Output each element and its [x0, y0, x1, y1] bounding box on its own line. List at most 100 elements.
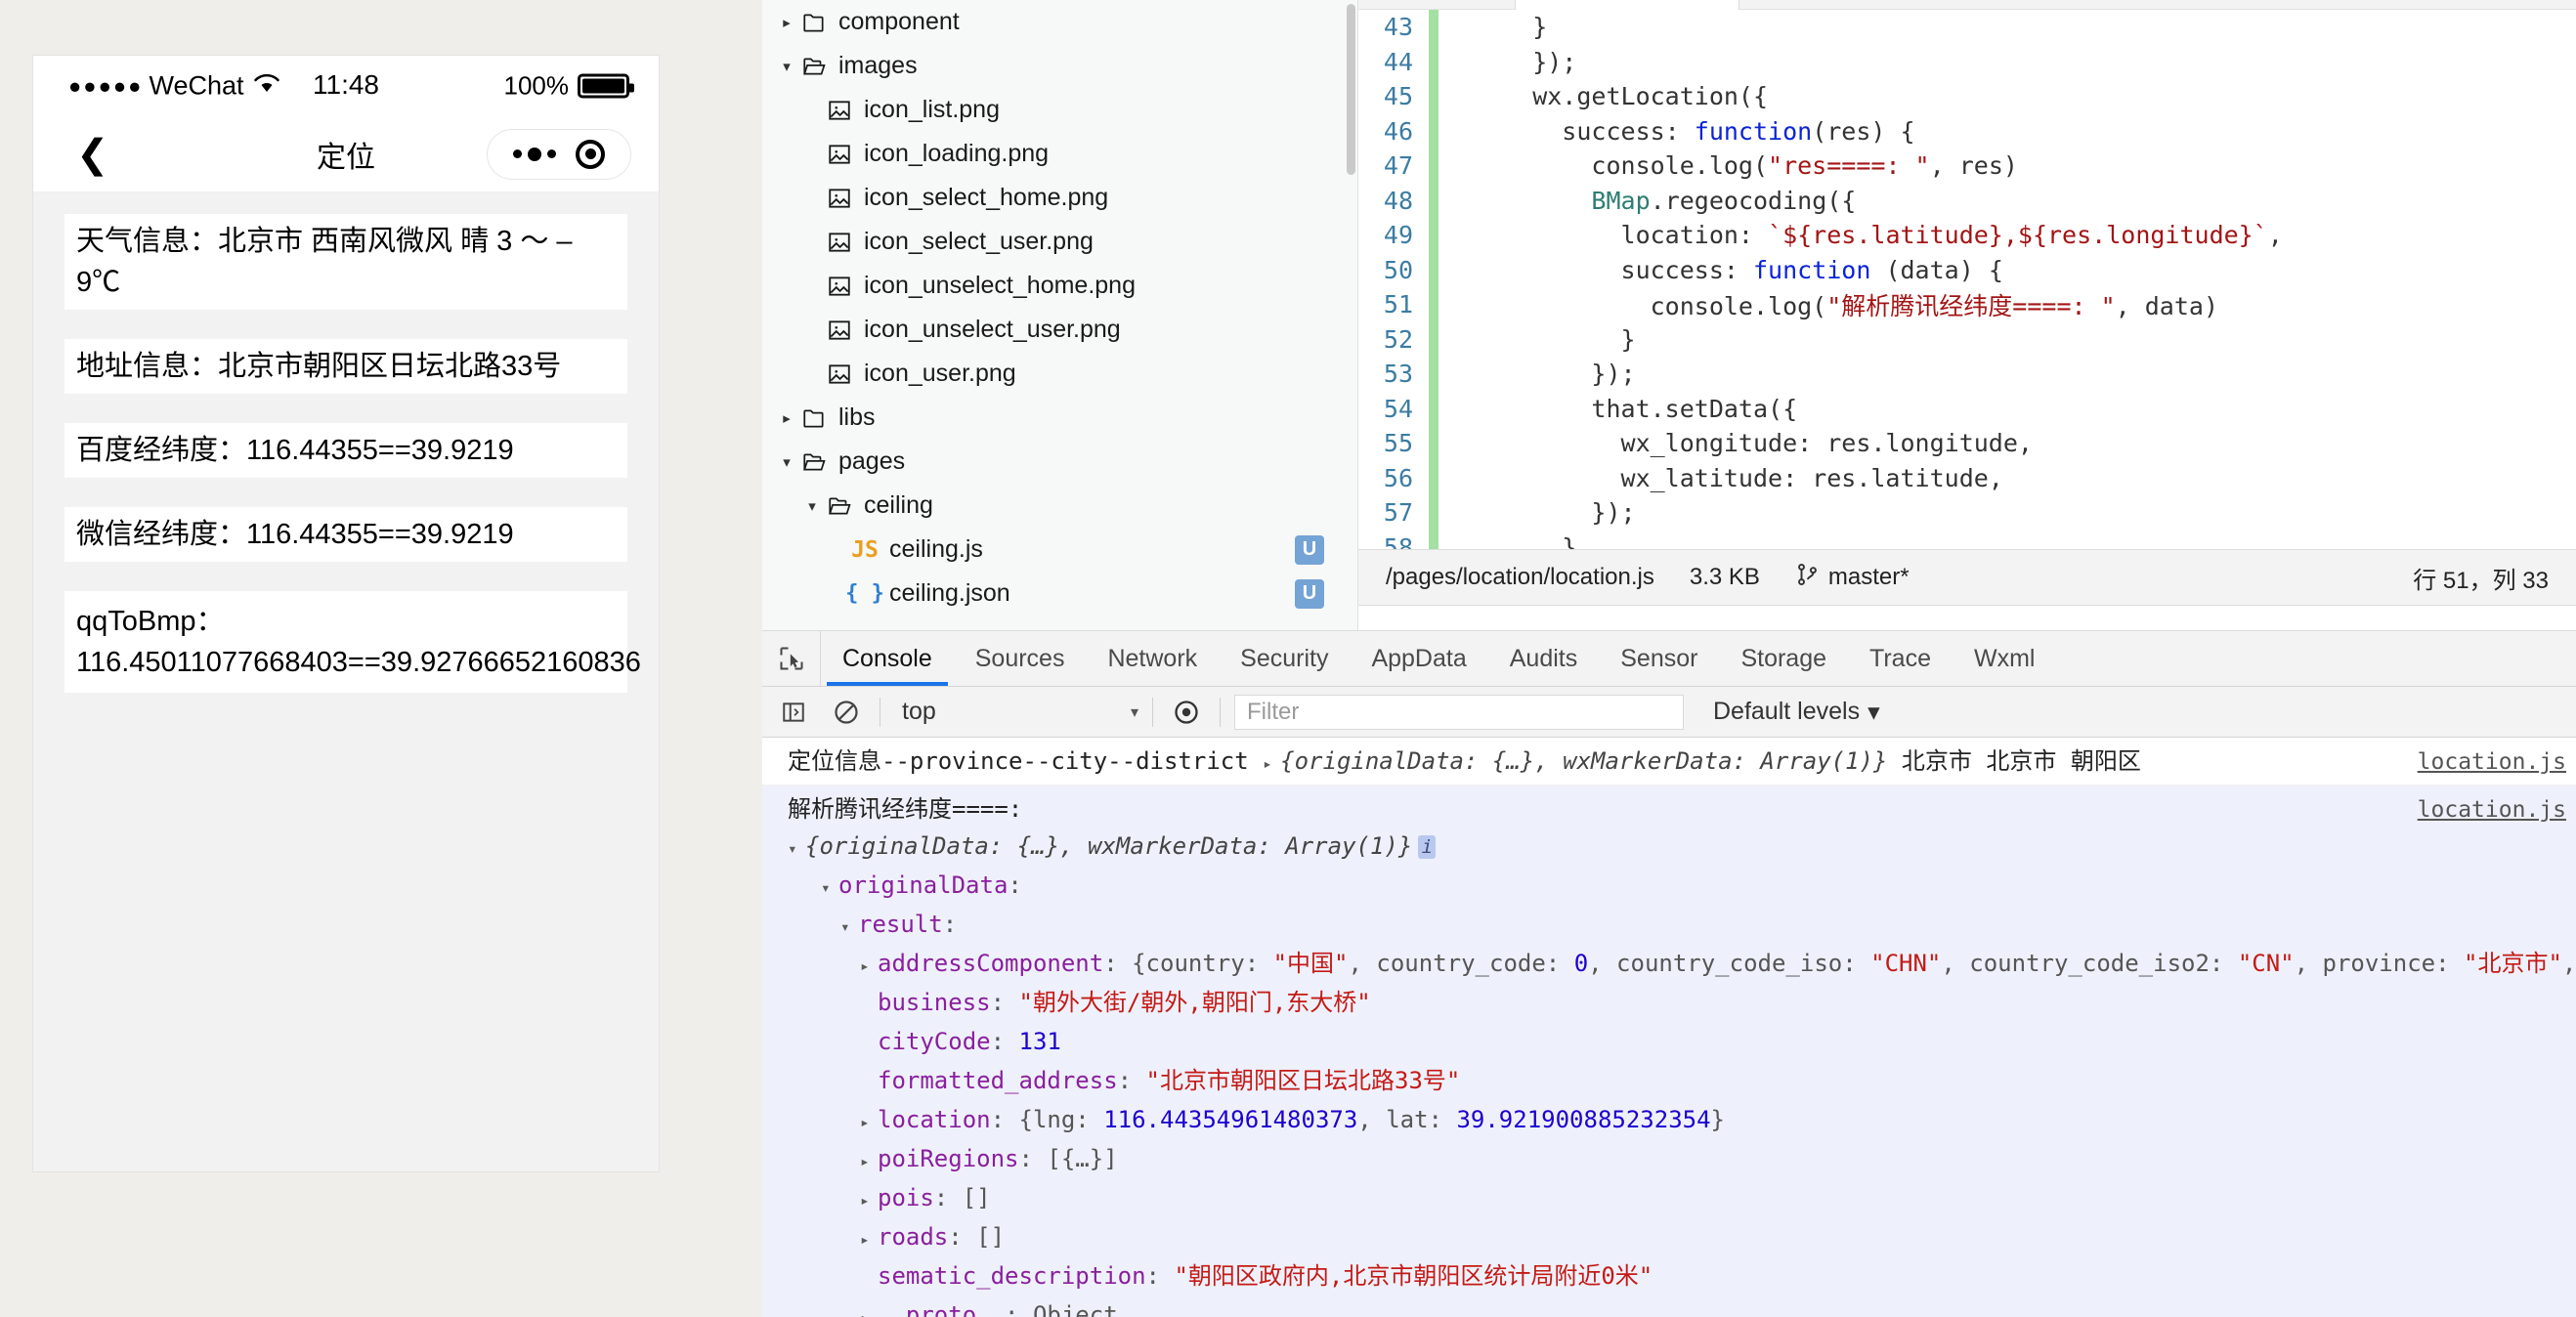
- console-object-value[interactable]: "朝外大街/朝外,朝阳门,东大桥": [1019, 989, 1371, 1016]
- devtools-tab-security[interactable]: Security: [1219, 631, 1350, 686]
- tree-item-icon-select-home-png[interactable]: icon_select_home.png: [762, 176, 1357, 220]
- code-line[interactable]: 52 }: [1358, 321, 2576, 357]
- code-line[interactable]: 58 },: [1358, 530, 2576, 549]
- console-object-row[interactable]: ▾ result:: [788, 905, 2576, 944]
- chevron-right-icon[interactable]: ▸: [860, 1228, 878, 1252]
- tree-item-icon-unselect-home-png[interactable]: icon_unselect_home.png: [762, 264, 1357, 308]
- console-object-value[interactable]: {country: "中国", country_code: 0, country…: [1132, 950, 2576, 977]
- chevron-down-icon[interactable]: ▾: [776, 58, 797, 75]
- console-msg1-source-link[interactable]: location.js: [2418, 745, 2566, 780]
- code-line[interactable]: 46 success: function(res) {: [1358, 113, 2576, 149]
- devtools-tab-audits[interactable]: Audits: [1488, 631, 1599, 686]
- console-object-row[interactable]: ▸ pois: []: [788, 1178, 2576, 1217]
- console-object-value[interactable]: []: [976, 1223, 1005, 1251]
- code-line[interactable]: 53 });: [1358, 357, 2576, 392]
- chevron-right-icon[interactable]: ▸: [860, 955, 878, 978]
- file-tree-scrollbar[interactable]: [1347, 4, 1355, 175]
- devtools-tab-sources[interactable]: Sources: [954, 631, 1087, 686]
- chevron-right-icon[interactable]: ▸: [776, 409, 797, 427]
- chevron-down-icon[interactable]: ▾: [821, 876, 838, 900]
- inspect-element-icon[interactable]: [762, 631, 821, 686]
- devtools-tab-bar[interactable]: Console Sources Network Security AppData Audi…: [762, 631, 2576, 687]
- console-object-value[interactable]: [{…}]: [1047, 1145, 1117, 1172]
- editor-tab-bar[interactable]: [1358, 0, 2576, 10]
- console-msg2-root[interactable]: ▾ {originalData: {…}, wxMarkerData: Array…: [788, 827, 2576, 866]
- console-msg1-object[interactable]: {originalData: {…}, wxMarkerData: Array(…: [1280, 747, 1887, 775]
- console-object-row[interactable]: business: "朝外大街/朝外,朝阳门,东大桥": [788, 983, 2576, 1022]
- console-object-value[interactable]: []: [963, 1184, 991, 1211]
- console-msg1-expand-triangle[interactable]: ▸: [1263, 752, 1280, 776]
- tree-item-ceiling-js[interactable]: JS ceiling.js U: [762, 528, 1357, 572]
- devtools-tab-trace[interactable]: Trace: [1848, 631, 1953, 686]
- chevron-right-icon[interactable]: ▸: [860, 1189, 878, 1212]
- tree-item-libs[interactable]: ▸ libs: [762, 396, 1357, 440]
- console-msg2-root-triangle[interactable]: ▾: [788, 837, 805, 861]
- tree-item-icon-loading-png[interactable]: icon_loading.png: [762, 132, 1357, 176]
- console-object-row[interactable]: ▸ location: {lng: 116.44354961480373, lat…: [788, 1100, 2576, 1139]
- console-object-row[interactable]: ▾ originalData:: [788, 866, 2576, 905]
- console-object-value[interactable]: 131: [1019, 1028, 1061, 1055]
- console-toolbar[interactable]: top ▾ Filter Default levels ▾: [762, 687, 2576, 738]
- editor-git-branch[interactable]: master*: [1828, 564, 1910, 591]
- devtools-tab-network[interactable]: Network: [1086, 631, 1219, 686]
- code-line[interactable]: 48 BMap.regeocoding({: [1358, 183, 2576, 218]
- devtools-tab-console[interactable]: Console: [821, 631, 954, 686]
- tree-item-images[interactable]: ▾ images: [762, 44, 1357, 88]
- console-object-row[interactable]: formatted_address: "北京市朝阳区日坛北路33号": [788, 1061, 2576, 1100]
- code-line[interactable]: 43 }: [1358, 10, 2576, 45]
- console-object-row[interactable]: ▸ roads: []: [788, 1217, 2576, 1256]
- chevron-right-icon[interactable]: ▸: [860, 1150, 878, 1173]
- devtools-tab-sensor[interactable]: Sensor: [1599, 631, 1719, 686]
- console-sidebar-icon[interactable]: [774, 693, 813, 732]
- tree-item-component[interactable]: ▸ component: [762, 0, 1357, 44]
- code-line[interactable]: 54 that.setData({: [1358, 391, 2576, 426]
- tree-item-icon-select-user-png[interactable]: icon_select_user.png: [762, 220, 1357, 264]
- console-object-row[interactable]: cityCode: 131: [788, 1022, 2576, 1061]
- devtools-tab-appdata[interactable]: AppData: [1350, 631, 1487, 686]
- chevron-right-icon[interactable]: ▸: [860, 1111, 878, 1134]
- code-line[interactable]: 49 location: `${res.latitude},${res.long…: [1358, 218, 2576, 253]
- target-circle-icon[interactable]: [576, 139, 605, 169]
- file-explorer[interactable]: ▸ component ▾ images icon_list.png icon_loadi…: [762, 0, 1358, 630]
- console-message-1[interactable]: 定位信息--province--city--district ▸ {origina…: [762, 738, 2576, 786]
- code-line[interactable]: 45 wx.getLocation({: [1358, 79, 2576, 114]
- chevron-down-icon[interactable]: ▾: [840, 915, 858, 939]
- console-object-row[interactable]: ▸ addressComponent: {country: "中国", count…: [788, 944, 2576, 983]
- chevron-down-icon[interactable]: ▾: [801, 497, 823, 515]
- console-object-value[interactable]: {lng: 116.44354961480373, lat: 39.921900…: [1019, 1106, 1726, 1133]
- tree-item-ceiling[interactable]: ▾ ceiling: [762, 484, 1357, 528]
- tree-item-pages[interactable]: ▾ pages: [762, 440, 1357, 484]
- code-line[interactable]: 51 console.log("解析腾讯经纬度====: ", data): [1358, 287, 2576, 322]
- console-object-value[interactable]: Object: [1033, 1301, 1118, 1317]
- tree-item-icon-list-png[interactable]: icon_list.png: [762, 88, 1357, 132]
- more-dots-icon[interactable]: [513, 147, 556, 161]
- code-editor[interactable]: 43 } 44 }); 45 wx.getLocation({46 success:…: [1358, 0, 2576, 549]
- console-object-row[interactable]: ▸ poiRegions: [{…}]: [788, 1139, 2576, 1178]
- wechat-capsule[interactable]: [487, 128, 631, 180]
- code-line[interactable]: 56 wx_latitude: res.latitude,: [1358, 460, 2576, 495]
- clear-console-icon[interactable]: [827, 693, 866, 732]
- console-levels-select[interactable]: Default levels ▾: [1713, 698, 1880, 727]
- devtools-tab-storage[interactable]: Storage: [1719, 631, 1848, 686]
- console-filter-input[interactable]: Filter: [1234, 694, 1684, 730]
- console-msg2-source-link[interactable]: location.js: [2418, 793, 2566, 828]
- live-expression-icon[interactable]: [1167, 693, 1206, 732]
- editor-file-path[interactable]: /pages/location/location.js: [1386, 564, 1654, 591]
- chevron-down-icon[interactable]: ▾: [776, 453, 797, 471]
- info-badge-icon[interactable]: i: [1418, 835, 1437, 859]
- console-object-value[interactable]: "北京市朝阳区日坛北路33号": [1146, 1067, 1461, 1094]
- console-context-select[interactable]: top ▾: [894, 698, 1138, 726]
- back-button[interactable]: ❮: [76, 135, 109, 174]
- editor-tab-active[interactable]: [1515, 0, 1739, 10]
- tree-item-icon-user-png[interactable]: icon_user.png: [762, 352, 1357, 396]
- code-line[interactable]: 55 wx_longitude: res.longitude,: [1358, 426, 2576, 461]
- devtools-tab-wxml[interactable]: Wxml: [1953, 631, 2056, 686]
- chevron-right-icon[interactable]: ▸: [776, 14, 797, 31]
- tree-item-icon-unselect-user-png[interactable]: icon_unselect_user.png: [762, 308, 1357, 352]
- console-object-value[interactable]: "朝阳区政府内,北京市朝阳区统计局附近0米": [1174, 1262, 1653, 1290]
- tree-item-ceiling-json[interactable]: { } ceiling.json U: [762, 572, 1357, 616]
- code-line[interactable]: 47 console.log("res====: ", res): [1358, 149, 2576, 184]
- console-output[interactable]: 定位信息--province--city--district ▸ {origina…: [762, 738, 2576, 1317]
- code-lines[interactable]: 43 } 44 }); 45 wx.getLocation({46 success:…: [1358, 10, 2576, 549]
- code-line[interactable]: 57 });: [1358, 495, 2576, 531]
